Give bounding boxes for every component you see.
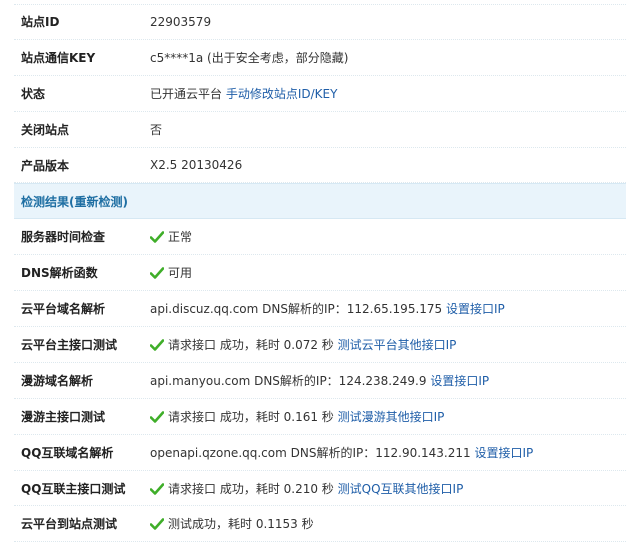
cloud-dns-value: api.discuz.qq.com DNS解析的IP：112.65.195.17… (150, 302, 443, 317)
server-time-value: 正常 (168, 230, 193, 245)
dns-func-label: DNS解析函数 (21, 266, 98, 281)
qq-dns-value: openapi.qzone.qq.com DNS解析的IP：112.90.143… (150, 445, 471, 460)
qq-dns-value-cell: openapi.qzone.qq.com DNS解析的IP：112.90.143… (150, 444, 626, 461)
row-cloud-to-site: 云平台到站点测试 测试成功，耗时 0.1153 秒 (14, 506, 626, 543)
dns-func-value: 可用 (168, 266, 193, 281)
section-close-paren: ) (122, 194, 128, 209)
dns-func-value-cell: 可用 (150, 264, 626, 281)
site-key-label: 站点通信KEY (21, 50, 96, 65)
server-time-value-cell: 正常 (150, 228, 626, 245)
product-version-value: X2.5 20130426 (150, 158, 243, 172)
row-site-key: 站点通信KEY c5****1a (出于安全考虑，部分隐藏) (14, 40, 626, 76)
row-product-version: 产品版本 X2.5 20130426 (14, 148, 626, 184)
cloud-dns-label: 云平台域名解析 (21, 302, 106, 317)
check-icon (150, 339, 164, 351)
manyou-api-value: 请求接口 成功，耗时 0.161 秒 (168, 409, 334, 424)
row-site-id: 站点ID 22903579 (14, 4, 626, 40)
row-cloud-api: 云平台主接口测试 请求接口 成功，耗时 0.072 秒 测试云平台其他接口IP (14, 327, 626, 363)
check-icon (150, 483, 164, 495)
status-value-cell: 已开通云平台 手动修改站点ID/KEY (150, 85, 626, 102)
qq-api-label: QQ互联主接口测试 (21, 481, 126, 496)
cloud-api-value-cell: 请求接口 成功，耗时 0.072 秒 测试云平台其他接口IP (150, 336, 626, 353)
row-close-site: 关闭站点 否 (14, 112, 626, 148)
set-qq-ip-link[interactable]: 设置接口IP (474, 446, 533, 460)
check-icon (150, 411, 164, 423)
check-icon (150, 231, 164, 243)
row-cloud-dns: 云平台域名解析 api.discuz.qq.com DNS解析的IP：112.6… (14, 291, 626, 328)
cloud-to-site-value-cell: 测试成功，耗时 0.1153 秒 (150, 515, 626, 532)
site-id-label: 站点ID (21, 15, 60, 30)
test-manyou-other-ip-link[interactable]: 测试漫游其他接口IP (338, 410, 445, 424)
test-qq-other-ip-link[interactable]: 测试QQ互联其他接口IP (338, 482, 464, 496)
section-check-results: 检测结果(重新检测) (14, 183, 626, 220)
manyou-dns-label: 漫游域名解析 (21, 373, 94, 388)
section-title: 检测结果 (21, 194, 70, 209)
status-label: 状态 (21, 86, 46, 101)
cloud-to-site-label: 云平台到站点测试 (21, 517, 118, 532)
close-site-label: 关闭站点 (21, 122, 70, 137)
cloud-to-site-value: 测试成功，耗时 0.1153 秒 (168, 517, 314, 532)
cloud-dns-value-cell: api.discuz.qq.com DNS解析的IP：112.65.195.17… (150, 300, 626, 317)
row-manyou-dns: 漫游域名解析 api.manyou.com DNS解析的IP：124.238.2… (14, 363, 626, 399)
site-id-value: 22903579 (150, 14, 212, 29)
check-icon (150, 267, 164, 279)
cloud-api-label: 云平台主接口测试 (21, 337, 118, 352)
cloud-api-value: 请求接口 成功，耗时 0.072 秒 (168, 337, 334, 352)
manyou-dns-value-cell: api.manyou.com DNS解析的IP：124.238.249.9 设置… (150, 372, 626, 389)
set-manyou-ip-link[interactable]: 设置接口IP (430, 374, 489, 388)
cloud-platform-status-table: 站点ID 22903579 站点通信KEY c5****1a (出于安全考虑，部… (14, 4, 626, 543)
status-value: 已开通云平台 (150, 86, 223, 101)
check-icon (150, 518, 164, 530)
row-manyou-api: 漫游主接口测试 请求接口 成功，耗时 0.161 秒 测试漫游其他接口IP (14, 399, 626, 435)
test-cloud-other-ip-link[interactable]: 测试云平台其他接口IP (338, 338, 457, 352)
manyou-api-value-cell: 请求接口 成功，耗时 0.161 秒 测试漫游其他接口IP (150, 408, 626, 425)
qq-api-value: 请求接口 成功，耗时 0.210 秒 (168, 481, 334, 496)
row-server-time: 服务器时间检查 正常 (14, 219, 626, 256)
close-site-value: 否 (150, 122, 163, 137)
qq-api-value-cell: 请求接口 成功，耗时 0.210 秒 测试QQ互联其他接口IP (150, 480, 626, 497)
section-title-cell: 检测结果(重新检测) (14, 193, 128, 210)
row-qq-api: QQ互联主接口测试 请求接口 成功，耗时 0.210 秒 测试QQ互联其他接口I… (14, 471, 626, 507)
edit-site-id-key-link[interactable]: 手动修改站点ID/KEY (226, 87, 338, 101)
recheck-link[interactable]: 重新检测 (75, 195, 123, 209)
qq-dns-label: QQ互联域名解析 (21, 445, 114, 460)
site-key-value: c5****1a (出于安全考虑，部分隐藏) (150, 50, 349, 65)
row-status: 状态 已开通云平台 手动修改站点ID/KEY (14, 76, 626, 112)
product-version-label: 产品版本 (21, 158, 70, 173)
manyou-api-label: 漫游主接口测试 (21, 409, 106, 424)
server-time-label: 服务器时间检查 (21, 230, 106, 245)
set-cloud-ip-link[interactable]: 设置接口IP (446, 302, 505, 316)
manyou-dns-value: api.manyou.com DNS解析的IP：124.238.249.9 (150, 373, 427, 388)
row-dns-func: DNS解析函数 可用 (14, 255, 626, 292)
row-qq-dns: QQ互联域名解析 openapi.qzone.qq.com DNS解析的IP：1… (14, 435, 626, 471)
